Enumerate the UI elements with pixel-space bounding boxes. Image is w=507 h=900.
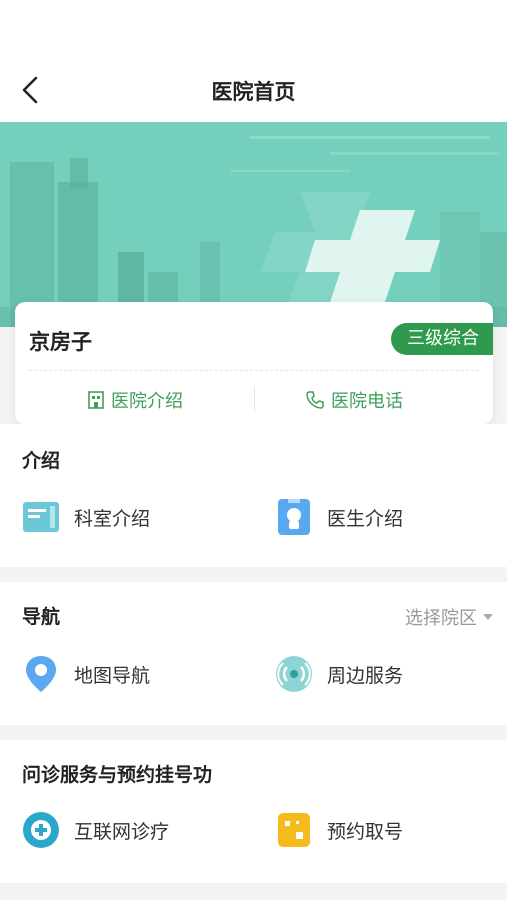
hospital-phone-label: 医院电话: [331, 391, 403, 412]
telemedicine-icon: [22, 811, 60, 849]
department-intro-item[interactable]: 科室介绍: [22, 498, 150, 536]
hospital-name: 京房子: [29, 330, 92, 354]
section-title: 介绍: [22, 450, 61, 472]
online-consultation-item[interactable]: 互联网诊疗: [22, 811, 169, 849]
divider: [254, 386, 255, 412]
nearby-services-label: 周边服务: [327, 664, 404, 687]
services-section: 问诊服务与预约挂号功 互联网诊疗 预约取号: [0, 740, 507, 883]
select-campus-label: 选择院区: [405, 608, 477, 629]
hospital-intro-label: 医院介绍: [111, 391, 183, 412]
department-icon: [22, 498, 60, 536]
building-icon: [88, 391, 104, 409]
ticket-icon: [275, 811, 313, 849]
appointment-number-label: 预约取号: [327, 820, 404, 843]
select-campus-dropdown[interactable]: 选择院区: [405, 604, 493, 630]
caret-down-icon: [483, 614, 493, 620]
map-navigation-label: 地图导航: [74, 664, 151, 687]
hospital-info-card: 京房子 三级综合 医院介绍 医院电话: [15, 302, 493, 424]
page-title: 医院首页: [211, 80, 296, 104]
bottom-spacer: [0, 883, 507, 900]
navigation-section: 导航 选择院区 地图导航 周边服务: [0, 582, 507, 725]
hospital-intro-button[interactable]: 医院介绍: [87, 386, 183, 414]
phone-icon: [306, 391, 324, 409]
doctor-intro-label: 医生介绍: [327, 507, 404, 530]
city-skyline-illustration: [0, 122, 507, 327]
divider: [29, 370, 479, 371]
hospital-banner: [0, 122, 507, 327]
radar-icon: [275, 655, 313, 693]
nearby-services-item[interactable]: 周边服务: [275, 655, 403, 693]
section-title: 问诊服务与预约挂号功: [22, 764, 213, 786]
section-title: 导航: [22, 606, 61, 628]
doctor-icon: [275, 498, 313, 536]
intro-section: 介绍 科室介绍 医生介绍: [0, 424, 507, 567]
top-bar: 医院首页: [0, 0, 507, 122]
map-pin-icon: [22, 655, 60, 693]
hospital-phone-button[interactable]: 医院电话: [305, 386, 403, 414]
department-intro-label: 科室介绍: [74, 507, 151, 530]
map-navigation-item[interactable]: 地图导航: [22, 655, 150, 693]
appointment-number-item[interactable]: 预约取号: [275, 811, 403, 849]
hospital-level-badge: 三级综合: [391, 323, 493, 355]
online-consultation-label: 互联网诊疗: [74, 820, 170, 843]
doctor-intro-item[interactable]: 医生介绍: [275, 498, 403, 536]
